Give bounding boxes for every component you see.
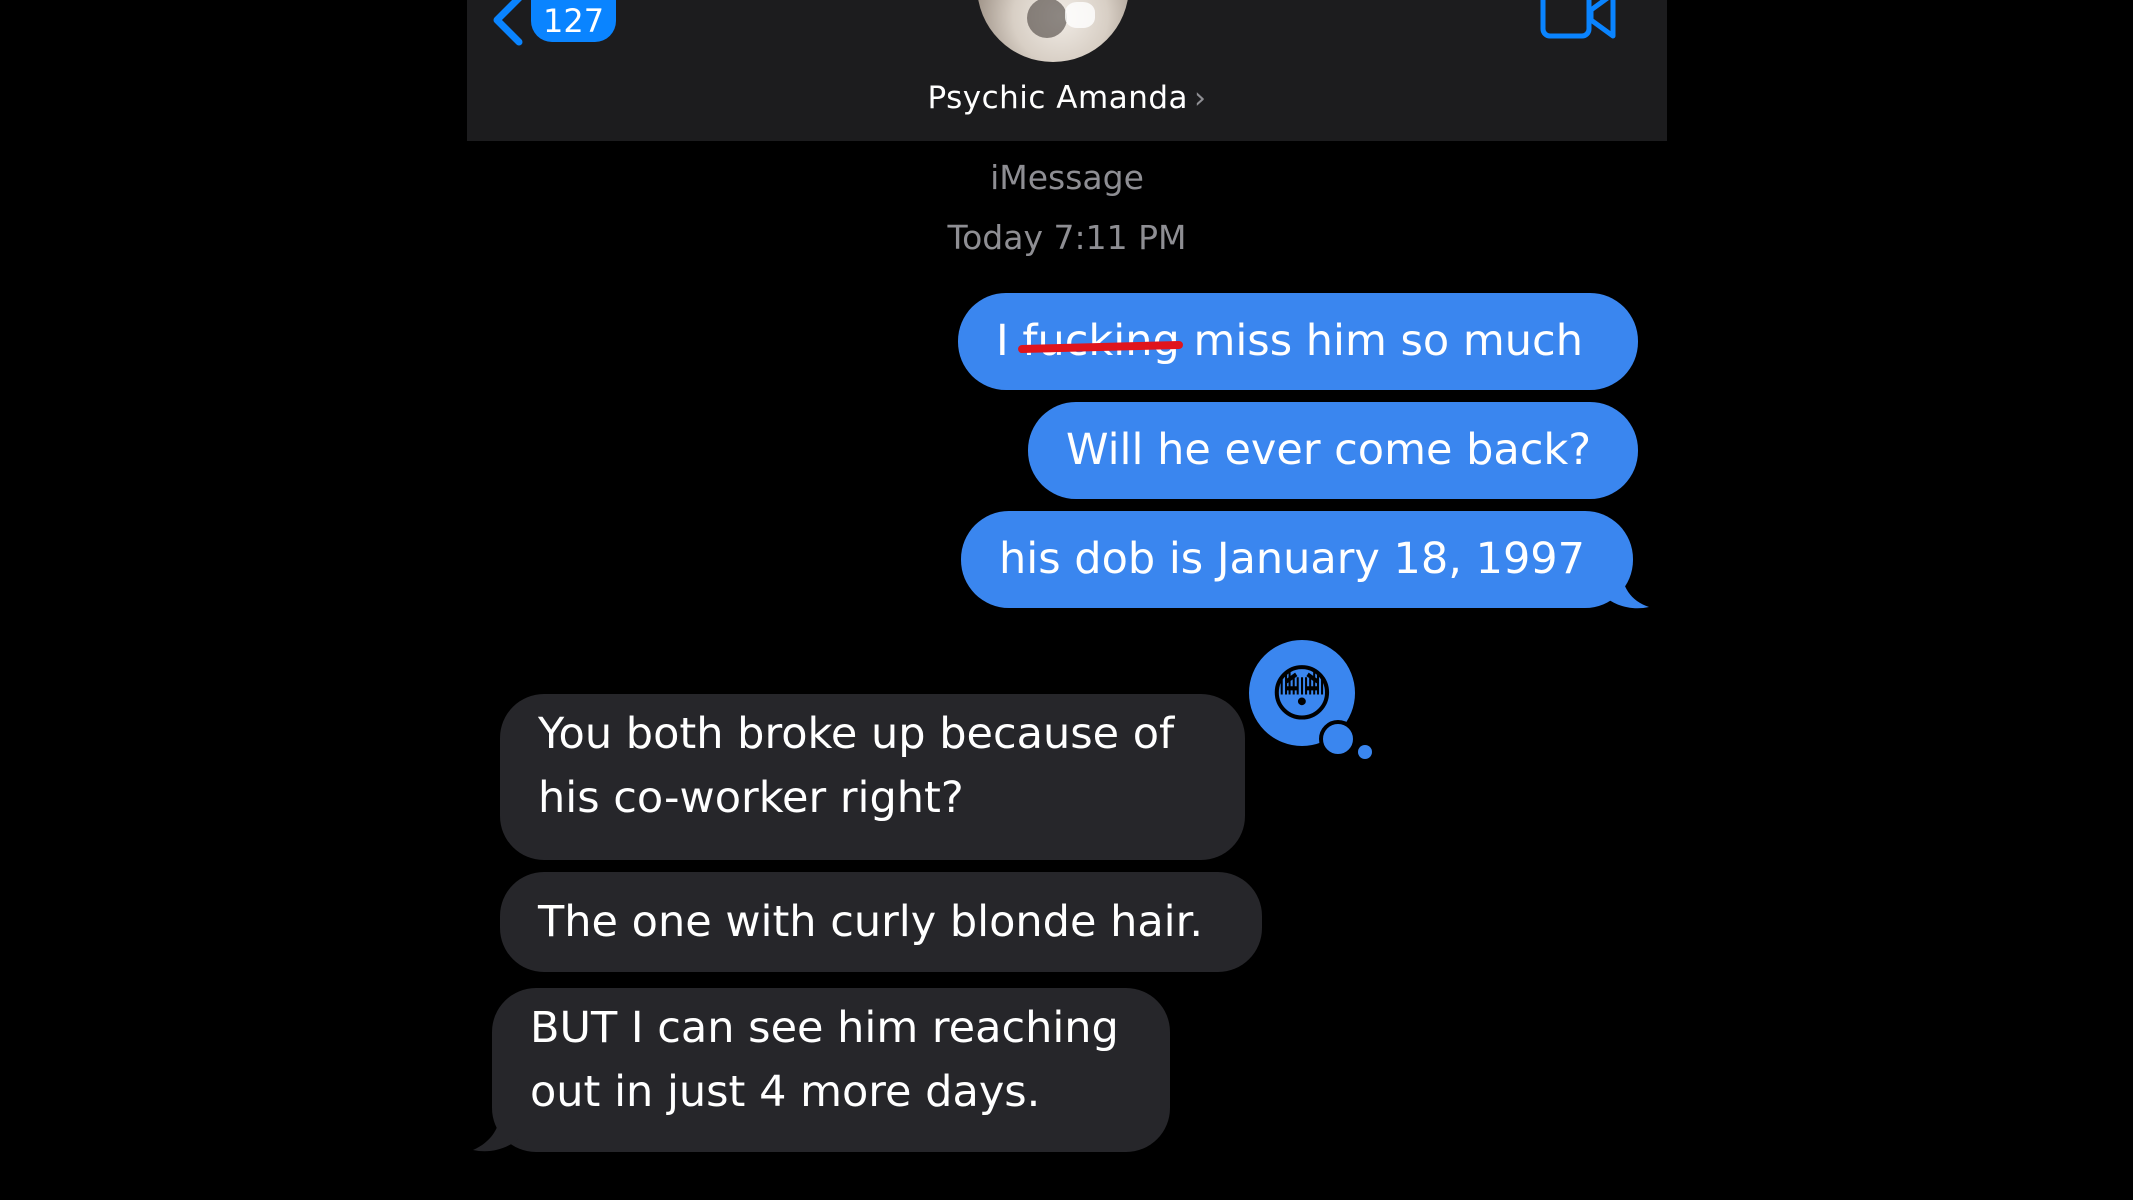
message-text: his dob is January 18, 1997 (999, 534, 1586, 584)
video-camera-icon[interactable] (1539, 0, 1619, 44)
navigation-bar: 127 Psychic Amanda › (467, 0, 1667, 141)
contact-name: Psychic Amanda (927, 80, 1189, 116)
message-bubble-outgoing[interactable]: his dob is January 18, 1997 (961, 511, 1633, 608)
message-bubble-outgoing[interactable]: Will he ever come back? (1028, 402, 1638, 499)
tapback-tail-dot (1358, 745, 1372, 759)
message-text-line: out in just 4 more days. (530, 1067, 1041, 1117)
unread-count-badge[interactable]: 127 (531, 0, 617, 42)
struck-through-word: fucking (1022, 293, 1179, 390)
message-text-line: his co-worker right? (538, 773, 964, 823)
conversation-screen: 127 Psychic Amanda › iMessage Today 7:11 … (467, 0, 1667, 1200)
message-text-prefix: I (996, 316, 1009, 366)
back-chevron-icon[interactable] (489, 0, 529, 46)
thread-timestamp: Today 7:11 PM (947, 218, 1187, 257)
message-bubble-incoming[interactable]: You both broke up because of his co-work… (500, 694, 1245, 860)
message-text-line: BUT I can see him reaching (530, 1003, 1119, 1053)
message-bubble-outgoing[interactable]: I fucking miss him so much (958, 293, 1638, 390)
flushed-face-emoji: 😳 (1269, 656, 1335, 730)
outgoing-bubble-tail (1595, 565, 1649, 609)
message-text-line: You both broke up because of (538, 709, 1175, 759)
tapback-tail-dot (1319, 720, 1357, 758)
contact-avatar[interactable] (977, 0, 1129, 62)
message-text: The one with curly blonde hair. (538, 897, 1204, 947)
service-label: iMessage (990, 158, 1144, 197)
incoming-bubble-tail (473, 1106, 527, 1152)
message-text: Will he ever come back? (1066, 425, 1592, 475)
message-bubble-incoming[interactable]: BUT I can see him reaching out in just 4… (492, 988, 1170, 1152)
contact-name-button[interactable]: Psychic Amanda › (467, 80, 1667, 116)
message-bubble-incoming[interactable]: The one with curly blonde hair. (500, 872, 1262, 972)
chevron-right-icon: › (1194, 81, 1207, 116)
message-text-suffix: miss him so much (1193, 316, 1583, 366)
